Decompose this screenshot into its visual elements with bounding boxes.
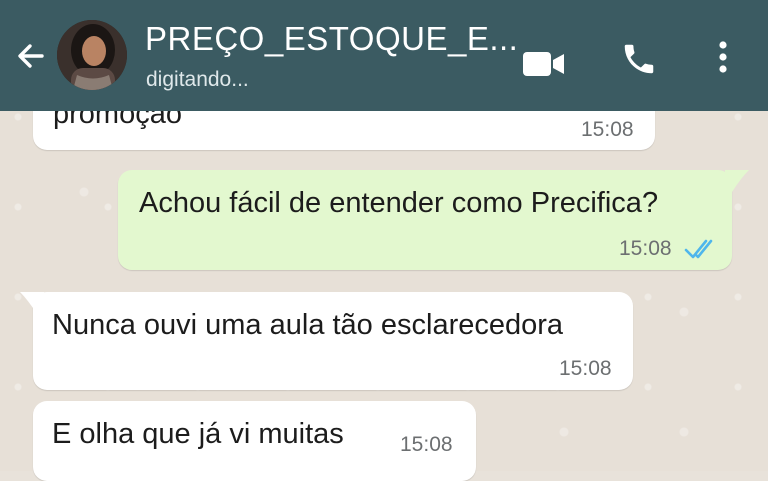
- message-time: 15:08: [619, 237, 672, 260]
- contact-name[interactable]: PREÇO_ESTOQUE_E...: [145, 20, 518, 58]
- message-bubble-incoming[interactable]: E olha que já vi muitas 15:08: [33, 401, 476, 481]
- read-receipt-icon: [684, 239, 713, 259]
- back-arrow-icon[interactable]: [12, 36, 52, 76]
- more-options-icon[interactable]: [712, 38, 734, 78]
- message-time: 15:08: [400, 433, 453, 456]
- message-time: 15:08: [581, 118, 634, 141]
- message-time: 15:08: [559, 357, 612, 380]
- avatar-photo: [57, 20, 127, 90]
- message-text: Nunca ouvi uma aula tão esclarecedora: [52, 309, 564, 341]
- message-text: E olha que já vi muitas: [52, 418, 344, 450]
- phone-icon[interactable]: [620, 39, 658, 79]
- typing-status: digitando...: [146, 68, 249, 91]
- message-bubble-outgoing[interactable]: Achou fácil de entender como Precifica? …: [118, 170, 732, 270]
- bubble-tail: [725, 170, 749, 192]
- message-text: Achou fácil de entender como Precifica?: [139, 187, 659, 219]
- bubble-tail: [20, 292, 44, 314]
- chat-header: PREÇO_ESTOQUE_E... digitando...: [0, 0, 768, 111]
- contact-avatar[interactable]: [57, 20, 127, 90]
- message-bubble-incoming[interactable]: Nunca ouvi uma aula tão esclarecedora 15…: [33, 292, 633, 390]
- video-call-icon[interactable]: [522, 44, 566, 84]
